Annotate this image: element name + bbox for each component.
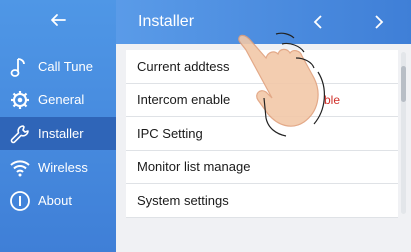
sidebar-item-installer[interactable]: Installer [0,117,116,150]
sidebar-item-about[interactable]: About [0,184,116,217]
list-item-current-address[interactable]: Current addtess [126,50,398,84]
sidebar-item-label: General [38,92,85,107]
sidebar-item-label: Wireless [38,160,88,175]
list-item-label: Current addtess [137,58,230,74]
wrench-icon [5,122,35,146]
list-item-label: System settings [137,192,229,208]
settings-list: Current addtess Intercom enable ble IPC … [126,50,398,218]
wifi-icon [5,156,35,180]
sidebar-item-label: Call Tune [38,59,93,74]
sidebar-item-label: About [38,193,72,208]
list-item-intercom-enable[interactable]: Intercom enable ble [126,83,398,117]
list-item-label: Intercom enable [137,92,231,108]
arrow-left-icon [49,11,67,34]
scrollbar-thumb[interactable] [401,66,406,102]
sidebar-item-general[interactable]: General [0,83,116,116]
page-title: Installer [138,13,195,30]
info-icon [5,189,35,213]
list-item-ipc-setting[interactable]: IPC Setting [126,117,398,151]
music-note-icon [5,55,35,79]
sidebar-item-label: Installer [38,126,84,141]
gear-icon [5,88,35,112]
header-bar: Installer [116,0,411,44]
list-item-monitor-list-manage[interactable]: Monitor list manage [126,150,398,184]
sidebar: Call Tune General Installer Wireless Abo… [0,0,116,252]
sidebar-item-call-tune[interactable]: Call Tune [0,50,116,83]
chevron-right-icon[interactable] [369,12,389,32]
list-item-label: IPC Setting [137,125,203,141]
list-item-system-settings[interactable]: System settings [126,184,398,218]
sidebar-item-wireless[interactable]: Wireless [0,151,116,184]
chevron-left-icon[interactable] [308,12,328,32]
status-text: ble [323,92,340,107]
list-item-label: Monitor list manage [137,159,251,175]
scrollbar[interactable] [401,52,406,214]
back-button[interactable] [0,0,116,44]
